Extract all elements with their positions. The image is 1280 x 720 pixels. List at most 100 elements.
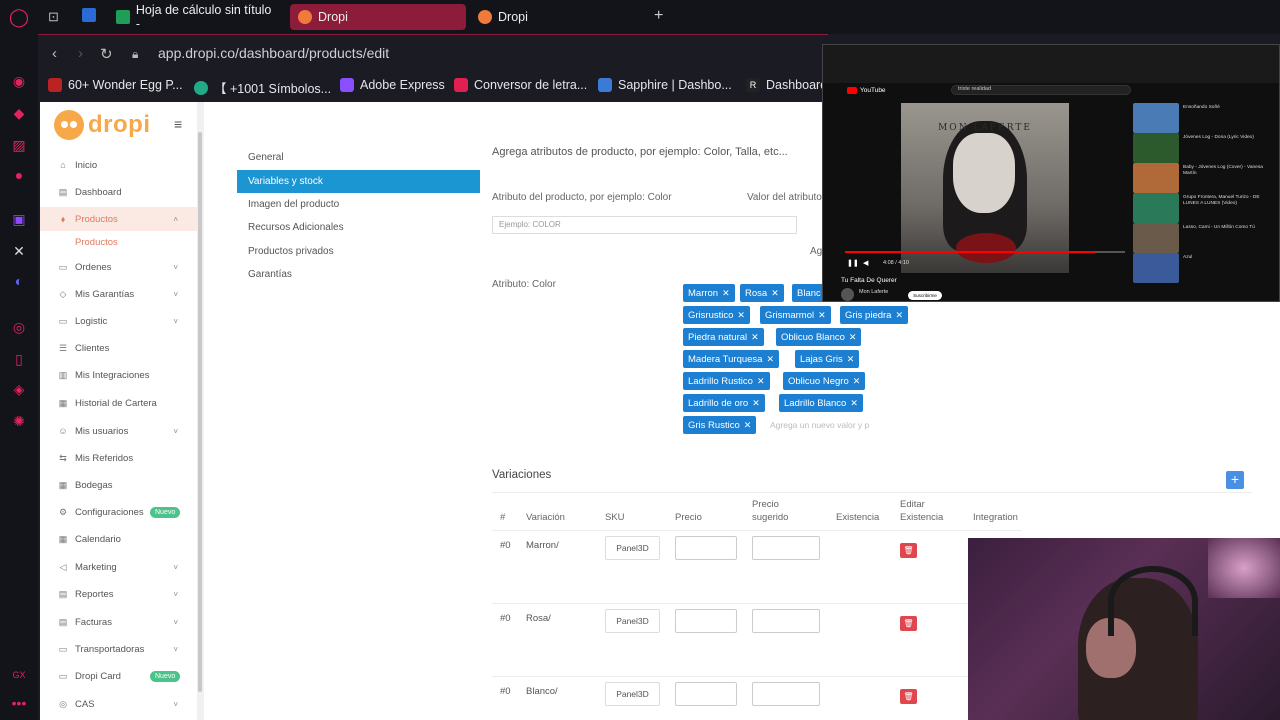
tab-dropi[interactable]: Dropi xyxy=(470,4,640,30)
subnav-general[interactable]: General xyxy=(237,146,480,169)
gx-cleaner-icon[interactable]: ▨ xyxy=(10,136,28,154)
add-label[interactable]: Ag xyxy=(810,246,822,257)
suggestion-thumbnail[interactable] xyxy=(1133,223,1179,253)
suggested-price-input[interactable] xyxy=(752,536,820,560)
remove-chip-icon[interactable]: ✕ xyxy=(849,332,857,343)
volume-icon[interactable]: ◀︎ xyxy=(863,259,868,267)
suggested-price-input[interactable] xyxy=(752,682,820,706)
url-field[interactable]: app.dropi.co/dashboard/products/edit xyxy=(158,45,389,61)
subnav-variables-y-stock[interactable]: Variables y stock xyxy=(237,170,480,193)
sku-field[interactable]: Panel3D xyxy=(605,536,660,560)
opera-logo-icon[interactable]: ◯ xyxy=(9,7,29,27)
dropi-logo[interactable]: dropi xyxy=(54,110,151,140)
video-player[interactable]: MON LAFERTE xyxy=(901,103,1069,273)
sidebar-item-configuraciones[interactable]: ⚙ Configuraciones Nuevo xyxy=(40,500,198,524)
remove-chip-icon[interactable]: ✕ xyxy=(737,310,745,321)
attribute-input[interactable]: Ejemplo: COLOR xyxy=(492,216,797,234)
twitch-icon[interactable]: ▣ xyxy=(10,210,28,228)
gamepad-icon[interactable]: ⊡ xyxy=(48,9,59,25)
sidebar-item-dashboard[interactable]: ▤ Dashboard xyxy=(40,180,198,204)
delete-button[interactable]: 🗑︎ xyxy=(900,543,917,558)
gx-hotkeys-icon[interactable]: ● xyxy=(10,166,28,184)
bookmark-item[interactable]: 60+ Wonder Egg P... xyxy=(48,78,183,92)
subnav-garant-as[interactable]: Garantías xyxy=(237,263,480,286)
sidebar-item-sub-productos[interactable]: Productos xyxy=(40,233,198,251)
price-input[interactable] xyxy=(675,609,737,633)
pause-icon[interactable]: ❚❚ xyxy=(847,259,859,267)
sidebar-item-inicio[interactable]: ⌂ Inicio xyxy=(40,153,198,177)
sidebar-item-ordenes[interactable]: ▭ Ordenes ˅ xyxy=(40,255,198,279)
bookmark-item[interactable]: 【 +1001 Símbolos... xyxy=(194,78,331,97)
youtube-logo[interactable]: YouTube xyxy=(847,87,886,94)
gx-control-icon[interactable]: ◉ xyxy=(10,72,28,90)
reload-icon[interactable]: ↻ xyxy=(100,45,113,63)
remove-chip-icon[interactable]: ✕ xyxy=(818,310,826,321)
gx-corner-icon[interactable]: ◆ xyxy=(10,104,28,122)
forward-icon[interactable]: › xyxy=(78,45,83,62)
sidebar-item-historial-de-cartera[interactable]: ▦ Historial de Cartera xyxy=(40,391,198,415)
sidebar-item-productos[interactable]: ⬧ Productos ˄ xyxy=(40,207,198,231)
gx-music-icon[interactable]: ◎ xyxy=(10,318,28,336)
remove-chip-icon[interactable]: ✕ xyxy=(757,376,765,387)
sidebar-item-marketing[interactable]: ◁ Marketing ˅ xyxy=(40,555,198,579)
sidebar-item-mis-usuarios[interactable]: ☺ Mis usuarios ˅ xyxy=(40,419,198,443)
suggestion-thumbnail[interactable] xyxy=(1133,133,1179,163)
bookmark-item[interactable]: Conversor de letra... xyxy=(454,78,587,92)
suggestion-thumbnail[interactable] xyxy=(1133,193,1179,223)
remove-chip-icon[interactable]: ✕ xyxy=(752,398,760,409)
new-value-input[interactable]: Agrega un nuevo valor y p xyxy=(770,420,869,430)
sidebar-item-clientes[interactable]: ☰ Clientes xyxy=(40,336,198,360)
hamburger-icon[interactable]: ≡ xyxy=(174,116,182,132)
sidebar-item-transportadoras[interactable]: ▭ Transportadoras ˅ xyxy=(40,637,198,661)
suggestion-title[interactable]: Lasso, Cami - Un Millón Como Tú xyxy=(1183,225,1265,231)
remove-chip-icon[interactable]: ✕ xyxy=(751,332,759,343)
remove-chip-icon[interactable]: ✕ xyxy=(766,354,774,365)
sidebar-item-facturas[interactable]: ▤ Facturas ˅ xyxy=(40,610,198,634)
add-variation-button[interactable]: + xyxy=(1226,471,1244,489)
sidebar-item-dropi-card[interactable]: ▭ Dropi Card Nuevo xyxy=(40,664,198,688)
sku-field[interactable]: Panel3D xyxy=(605,609,660,633)
tab-sheets[interactable]: Hoja de cálculo sin título - xyxy=(108,3,278,31)
suggested-price-input[interactable] xyxy=(752,609,820,633)
bookmark-item[interactable]: Sapphire | Dashbo... xyxy=(598,78,732,92)
subscribe-button[interactable]: Suscribirme xyxy=(908,291,942,300)
gx-cube-icon[interactable]: ◈ xyxy=(10,380,28,398)
price-input[interactable] xyxy=(675,682,737,706)
discord-icon[interactable]: ◐ xyxy=(10,272,28,290)
suggestion-title[interactable]: Baby - Jóvenes Log (Cover) - Vanesa Mart… xyxy=(1183,165,1265,177)
remove-chip-icon[interactable]: ✕ xyxy=(850,398,858,409)
sidebar-item-mis-garant-as[interactable]: ◇ Mis Garantías ˅ xyxy=(40,282,198,306)
subnav-imagen-del-producto[interactable]: Imagen del producto xyxy=(237,193,480,216)
more-icon[interactable]: ••• xyxy=(10,694,28,712)
bookmark-item[interactable]: Adobe Express xyxy=(340,78,445,92)
suggestion-title[interactable]: Ensoñando Soñé xyxy=(1183,105,1265,111)
sidebar-item-reportes[interactable]: ▤ Reportes ˅ xyxy=(40,582,198,606)
price-input[interactable] xyxy=(675,536,737,560)
bookmark-item[interactable]: R Dashboard xyxy=(746,78,827,92)
delete-button[interactable]: 🗑︎ xyxy=(900,616,917,631)
sidebar-item-mis-referidos[interactable]: ⇆ Mis Referidos xyxy=(40,446,198,470)
youtube-search-input[interactable]: triste realidad xyxy=(951,85,1131,95)
back-icon[interactable]: ‹ xyxy=(52,45,57,62)
new-tab-button[interactable]: + xyxy=(654,7,663,25)
trello-icon[interactable] xyxy=(82,8,96,22)
suggestion-thumbnail[interactable] xyxy=(1133,163,1179,193)
video-title[interactable]: Tu Falta De Querer xyxy=(841,277,897,284)
sidebar-item-cas[interactable]: ◎ CAS ˅ xyxy=(40,692,198,716)
sidebar-item-bodegas[interactable]: ▦ Bodegas xyxy=(40,473,198,497)
subnav-recursos-adicionales[interactable]: Recursos Adicionales xyxy=(237,216,480,239)
youtube-pip-window[interactable]: YouTube triste realidad MON LAFERTE ❚❚ ◀… xyxy=(822,44,1280,302)
remove-chip-icon[interactable]: ✕ xyxy=(895,310,903,321)
remove-chip-icon[interactable]: ✕ xyxy=(847,354,855,365)
x-twitter-icon[interactable]: ✕ xyxy=(10,242,28,260)
sidebar-item-logistic[interactable]: ▭ Logistic ˅ xyxy=(40,309,198,333)
scrollbar-thumb[interactable] xyxy=(198,132,202,692)
suggestion-title[interactable]: Azul xyxy=(1183,255,1265,261)
tab-dropi-active[interactable]: Dropi xyxy=(290,4,466,30)
suggestion-thumbnail[interactable] xyxy=(1133,103,1179,133)
gx-history-icon[interactable]: ▯ xyxy=(10,350,28,368)
suggestion-title[interactable]: Grupo Frontera, Manuel Turizo - DE LUNES… xyxy=(1183,195,1265,207)
sku-field[interactable]: Panel3D xyxy=(605,682,660,706)
remove-chip-icon[interactable]: ✕ xyxy=(853,376,861,387)
suggestion-title[interactable]: Jóvenes Log - Dona (Lyric Video) xyxy=(1183,135,1265,141)
